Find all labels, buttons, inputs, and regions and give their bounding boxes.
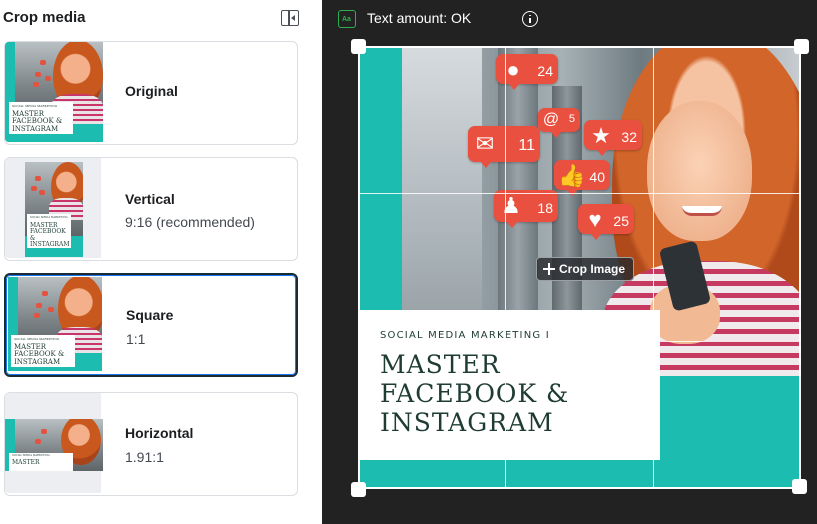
ad-tagline: SOCIAL MEDIA MARKETING I <box>380 330 550 341</box>
crop-option-vertical[interactable]: SOCIAL MEDIA MARKETING MASTER FACEBOOK & I… <box>4 157 298 261</box>
crop-handle-top-left[interactable] <box>351 39 366 54</box>
option-label: Vertical <box>125 191 175 207</box>
option-ratio: 1.91:1 <box>125 449 164 465</box>
bubble-likes: 👍 40 <box>554 160 610 196</box>
crop-grid-line <box>505 46 506 489</box>
text-overlay-icon: Aa <box>338 10 356 28</box>
crop-option-square[interactable]: SOCIAL MEDIA MARKETING MASTER FACEBOOK & I… <box>4 273 298 377</box>
star-icon: ★ <box>591 123 611 148</box>
info-icon[interactable] <box>522 11 538 27</box>
crop-image-button[interactable]: Crop Image <box>536 257 635 281</box>
thumbnail-square: SOCIAL MEDIA MARKETING MASTER FACEBOOK & I… <box>6 275 104 375</box>
crop-handle-top-right[interactable] <box>794 39 809 54</box>
option-label: Square <box>126 307 174 323</box>
option-ratio: 1:1 <box>126 331 146 347</box>
at-icon: @ <box>542 111 560 128</box>
bubble-mentions: @ 5 <box>538 108 580 138</box>
ad-headline-line3: INSTAGRAM <box>380 408 554 437</box>
crop-grid-line <box>653 46 654 489</box>
thumbnail-original: SOCIAL MEDIA MARKETING MASTER FACEBOOK & I… <box>5 42 103 142</box>
mail-icon: ✉ <box>475 131 495 156</box>
crop-preview-panel: Aa Text amount: OK ● 24 @ 5 ★ 32 ✉ 11 👍 … <box>322 0 817 524</box>
ad-headline-line1: MASTER <box>380 350 501 379</box>
text-amount-status: Text amount: OK <box>367 10 472 26</box>
option-label: Original <box>125 83 178 99</box>
crop-media-panel: Crop media SOCIAL MEDIA MARKETING MASTER… <box>0 0 322 524</box>
option-label: Horizontal <box>125 425 194 441</box>
ad-text-box: SOCIAL MEDIA MARKETING I MASTER FACEBOOK… <box>358 310 660 460</box>
move-icon <box>543 263 555 275</box>
crop-grid-line <box>358 341 801 342</box>
crop-grid-line <box>358 193 801 194</box>
ad-headline-line2: FACEBOOK & <box>380 379 570 408</box>
crop-handle-bottom-left[interactable] <box>351 482 366 497</box>
crop-option-original[interactable]: SOCIAL MEDIA MARKETING MASTER FACEBOOK & I… <box>4 41 298 145</box>
panel-title: Crop media <box>3 9 86 26</box>
bubble-hearts: ♥ 25 <box>578 204 634 240</box>
bubble-favorites: ★ 32 <box>584 120 642 156</box>
bubble-messages: ✉ 11 <box>468 126 540 168</box>
option-ratio: 9:16 (recommended) <box>125 214 255 230</box>
sidebar-collapse-icon[interactable] <box>281 10 299 26</box>
like-icon: 👍 <box>558 163 586 188</box>
user-icon: ♟ <box>501 193 521 218</box>
bubble-followers: ♟ 18 <box>494 190 558 228</box>
crop-image-label: Crop Image <box>559 262 626 276</box>
crop-option-horizontal[interactable]: SOCIAL MEDIA MARKETING MASTER Horizontal… <box>4 392 298 496</box>
heart-icon: ♥ <box>588 207 602 232</box>
thumbnail-horizontal: SOCIAL MEDIA MARKETING MASTER <box>5 393 103 493</box>
crop-handle-bottom-right[interactable] <box>792 479 807 494</box>
thumbnail-vertical: SOCIAL MEDIA MARKETING MASTER FACEBOOK & I… <box>5 158 103 258</box>
comment-icon: ● <box>506 57 520 82</box>
